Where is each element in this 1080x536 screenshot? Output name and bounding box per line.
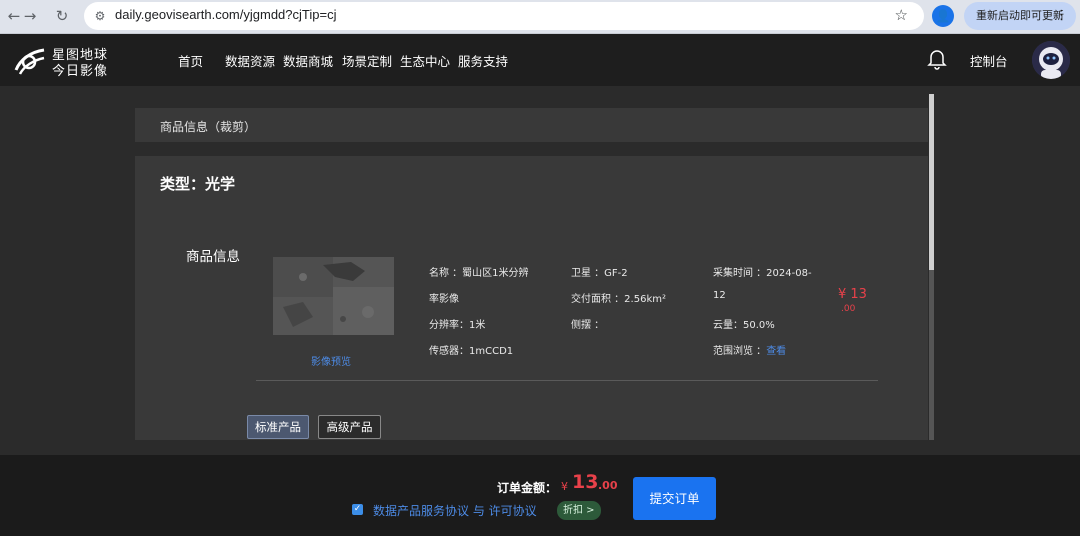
reload-icon[interactable]: ↻ [50, 4, 74, 28]
product-info-header: 商品信息（裁剪） [135, 108, 928, 142]
order-amount-integer: 13 [572, 471, 599, 493]
item-price-cents: .00 [841, 304, 856, 314]
bookmark-star-icon[interactable]: ☆ [895, 6, 908, 24]
tab-standard-product[interactable]: 标准产品 [247, 415, 309, 439]
info-sensor: 传感器：1mCCD1 [429, 346, 514, 357]
info-cloud: 云量：50.0% [713, 320, 775, 331]
image-thumbnail[interactable] [273, 257, 394, 335]
tab-advanced-product[interactable]: 高级产品 [318, 415, 381, 439]
site-settings-icon[interactable]: ⚙ [92, 8, 108, 24]
panel-title: 商品信息（裁剪） [160, 120, 257, 134]
section-label: 商品信息 [186, 249, 240, 265]
astronaut-avatar-icon [1032, 41, 1070, 79]
notification-bell-icon[interactable] [927, 48, 947, 70]
site-header: 星图地球 今日影像 首页 数据资源 数据商城 场景定制 生态中心 服务支持 控制… [0, 34, 1080, 86]
forward-arrow-icon[interactable]: → [18, 4, 42, 28]
order-amount-label: 订单金额： [497, 481, 558, 495]
info-range: 范围浏览 ：查看 [713, 342, 786, 357]
address-bar[interactable]: ⚙ daily.geovisearth.com/yjgmdd?cjTip=cj … [84, 2, 924, 30]
agreement-link[interactable]: 数据产品服务协议 与 许可协议 [373, 502, 537, 519]
info-capture-time-cont: 12 [713, 290, 726, 301]
image-preview-link[interactable]: 影像预览 [311, 353, 351, 368]
info-name: 名称 ：蜀山区1米分辨 [429, 268, 529, 279]
agreement-checkbox[interactable]: ✓ [352, 504, 363, 515]
order-bar: 订单金额： ¥ 13 .00 ✓ 数据产品服务协议 与 许可协议 折扣 > 提交… [0, 455, 1080, 536]
site-logo[interactable]: 星图地球 今日影像 [12, 42, 112, 79]
page-scrollbar-thumb[interactable] [929, 94, 934, 270]
avatar[interactable] [1032, 41, 1070, 79]
discount-badge[interactable]: 折扣 > [557, 501, 601, 520]
info-resolution: 分辨率：1米 [429, 320, 486, 331]
info-name-cont: 率影像 [429, 294, 459, 305]
profile-icon[interactable]: 👤 [932, 5, 954, 27]
nav-item-service-support[interactable]: 服务支持 [458, 51, 508, 70]
url-text[interactable]: daily.geovisearth.com/yjgmdd?cjTip=cj [115, 7, 336, 22]
product-type-label: 类型：光学 [160, 175, 236, 193]
browser-toolbar: ← → ↻ ⚙ daily.geovisearth.com/yjgmdd?cjT… [0, 0, 1080, 34]
info-area: 交付面积 ：2.56km² [571, 294, 666, 305]
logo-text-bottom: 今日影像 [52, 64, 109, 79]
satellite-image-thumbnail [273, 257, 394, 335]
divider [256, 380, 878, 381]
info-side-swing: 侧摆 ： [571, 320, 605, 331]
nav-item-data-resources[interactable]: 数据资源 [225, 51, 275, 70]
info-satellite: 卫星 ：GF-2 [571, 268, 628, 279]
logo-mark-icon [14, 48, 45, 75]
nav-item-ecosystem[interactable]: 生态中心 [400, 51, 450, 70]
nav-item-scene-custom[interactable]: 场景定制 [342, 51, 392, 70]
update-button-label: 重新启动即可更新 [976, 9, 1064, 22]
submit-order-button[interactable]: 提交订单 [633, 477, 716, 520]
order-currency: ¥ [561, 480, 568, 493]
info-capture-time: 采集时间 ：2024-08- [713, 268, 812, 279]
update-button[interactable]: 重新启动即可更新 ⋮ [964, 2, 1076, 30]
nav-item-home[interactable]: 首页 [178, 51, 203, 70]
nav-item-data-mall[interactable]: 数据商城 [283, 51, 333, 70]
product-info-panel: 类型：光学 商品信息 影像预览 名称 ：蜀山区1米分辨 率影像 分辨率：1米 传… [135, 156, 928, 440]
more-menu-icon[interactable]: ⋮ [1055, 2, 1068, 30]
console-link[interactable]: 控制台 [970, 51, 1008, 70]
item-price: ¥ 13 [838, 287, 867, 302]
order-amount-cents: .00 [598, 479, 618, 492]
info-range-label: 范围浏览 ： [713, 346, 767, 357]
range-view-link[interactable]: 查看 [766, 346, 786, 357]
